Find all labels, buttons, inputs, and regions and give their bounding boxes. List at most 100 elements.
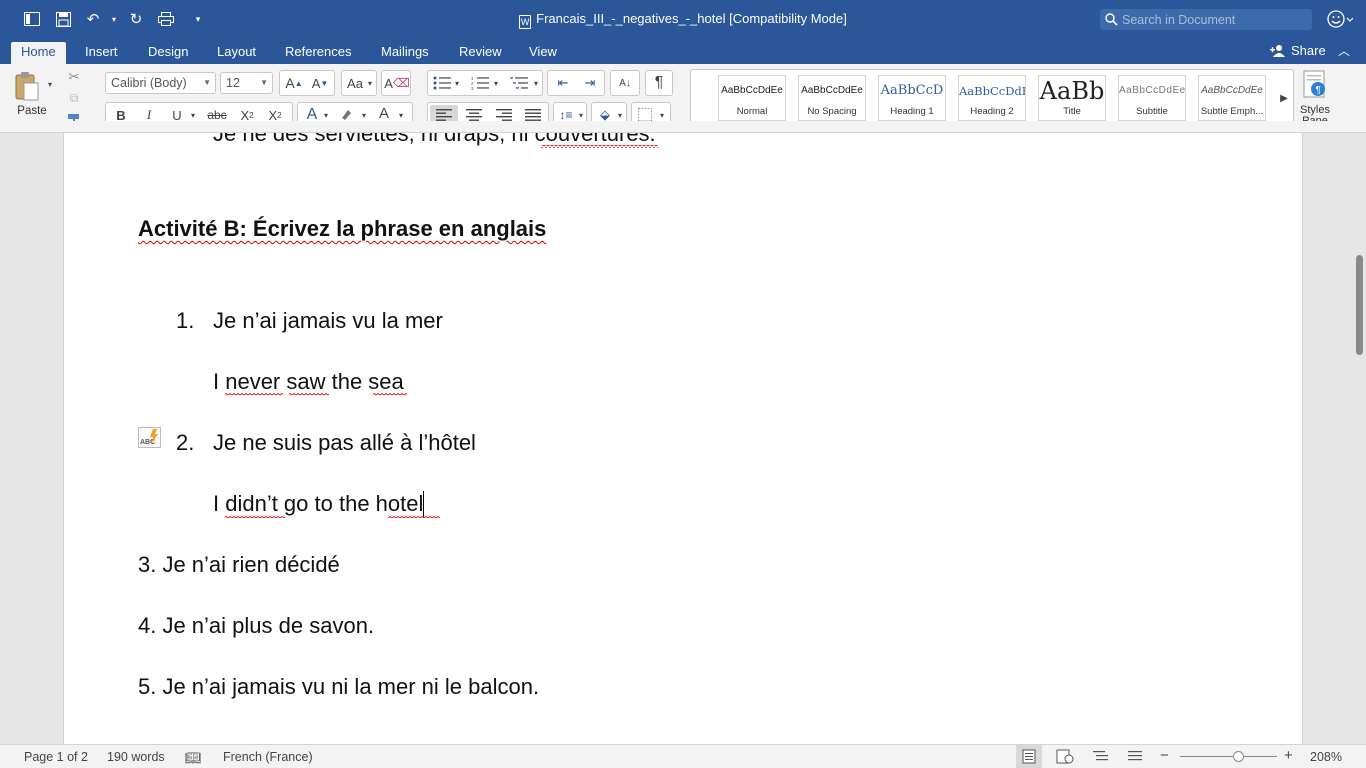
tab-design[interactable]: Design bbox=[138, 42, 198, 64]
chevron-down-icon: ▼ bbox=[260, 78, 268, 87]
style-sample: AaBbCcDdEe bbox=[1119, 85, 1186, 96]
style-name: Subtle Emph... bbox=[1200, 106, 1264, 117]
chevron-down-icon[interactable]: ▾ bbox=[532, 74, 540, 92]
show-formatting-button[interactable]: ¶ bbox=[645, 70, 673, 96]
multilevel-list-button[interactable] bbox=[508, 74, 530, 92]
style-name: Heading 1 bbox=[890, 106, 934, 117]
vertical-scrollbar[interactable] bbox=[1352, 133, 1366, 744]
cut-icon[interactable]: ✂ bbox=[66, 68, 82, 86]
tab-layout[interactable]: Layout bbox=[207, 42, 266, 64]
search-input[interactable] bbox=[1122, 12, 1302, 27]
tab-view[interactable]: View bbox=[519, 42, 567, 64]
print-layout-icon bbox=[1022, 749, 1036, 764]
add-person-icon bbox=[1270, 45, 1285, 57]
decrease-indent-button[interactable]: ⇤ bbox=[551, 74, 575, 92]
shrink-font-button[interactable]: A ▼ bbox=[308, 74, 332, 92]
scrollbar-thumb[interactable] bbox=[1356, 255, 1363, 355]
tab-home[interactable]: Home bbox=[11, 42, 66, 64]
list-item-2-english[interactable]: I didn’t go to the hotel bbox=[213, 491, 425, 517]
style-heading-2[interactable]: AaBbCcDdE Heading 2 bbox=[958, 75, 1026, 121]
list-item-5[interactable]: 5. Je n’ai jamais vu ni la mer ni le bal… bbox=[138, 674, 539, 700]
chevron-down-icon[interactable]: ▾ bbox=[492, 74, 500, 92]
paste-label: Paste bbox=[17, 105, 47, 117]
style-name: Subtitle bbox=[1136, 106, 1168, 117]
sort-icon: A↓ bbox=[619, 77, 631, 89]
justify-icon bbox=[525, 109, 541, 121]
language[interactable]: French (France) bbox=[223, 750, 313, 764]
font-size-dropdown[interactable]: 12 ▼ bbox=[220, 72, 273, 94]
tab-references[interactable]: References bbox=[275, 42, 361, 64]
spelling-autocorrect-icon[interactable]: ABC bbox=[138, 427, 161, 448]
copy-icon[interactable]: ⧉ bbox=[66, 89, 82, 107]
word-count[interactable]: 190 words bbox=[107, 750, 165, 764]
draft-icon bbox=[1128, 751, 1142, 761]
list-item-1-french[interactable]: Je n’ai jamais vu la mer bbox=[213, 308, 443, 334]
activity-heading[interactable]: Activité B: Écrivez la phrase en anglais bbox=[138, 216, 546, 242]
align-right-icon bbox=[496, 109, 512, 121]
increase-indent-button[interactable]: ⇥ bbox=[578, 74, 602, 92]
print-layout-view-button[interactable] bbox=[1016, 745, 1042, 768]
font-color-icon: A bbox=[378, 104, 389, 122]
styles-gallery: AaBbCcDdEe Normal AaBbCcDdEe No Spacing Aa… bbox=[690, 69, 1294, 127]
tab-mailings[interactable]: Mailings bbox=[371, 42, 439, 64]
web-layout-icon bbox=[1056, 749, 1074, 764]
zoom-in-button[interactable]: + bbox=[1284, 747, 1293, 764]
zoom-slider-thumb[interactable] bbox=[1233, 751, 1244, 762]
style-normal[interactable]: AaBbCcDdEe Normal bbox=[718, 75, 786, 121]
clear-formatting-icon: A ⌫ bbox=[384, 75, 410, 91]
style-subtle-emphasis[interactable]: AaBbCcDdEe Subtle Emph... bbox=[1198, 75, 1266, 121]
paste-dropdown-icon[interactable]: ▾ bbox=[45, 80, 55, 89]
paste-button[interactable] bbox=[12, 70, 42, 102]
list-item-2-french[interactable]: Je ne suis pas allé à l’hôtel bbox=[213, 430, 476, 456]
clipboard-icon bbox=[15, 72, 39, 101]
search-box[interactable] bbox=[1100, 9, 1312, 30]
page-count[interactable]: Page 1 of 2 bbox=[24, 750, 88, 764]
style-sample: AaBbCcD bbox=[880, 83, 944, 98]
grow-font-button[interactable]: A ▲ bbox=[282, 74, 306, 92]
style-sample: AaBbCcDdEe bbox=[1201, 85, 1263, 96]
style-sample: AaBbCcDdEe bbox=[721, 85, 783, 96]
font-name-dropdown[interactable]: Calibri (Body) ▼ bbox=[105, 72, 216, 94]
proofing-icon[interactable]: 📖︎ bbox=[185, 750, 202, 766]
indent-group: ⇤ ⇥ bbox=[547, 70, 605, 96]
clear-formatting-button[interactable]: A ⌫ bbox=[381, 70, 411, 96]
style-heading-1[interactable]: AaBbCcD Heading 1 bbox=[878, 75, 946, 121]
zoom-slider-track[interactable] bbox=[1180, 756, 1277, 757]
font-size-adjust-group: A ▲ A ▼ bbox=[279, 70, 335, 96]
outline-view-button[interactable] bbox=[1093, 749, 1109, 767]
change-case-button[interactable]: Aa ▾ bbox=[341, 70, 377, 96]
zoom-out-button[interactable]: − bbox=[1160, 747, 1169, 764]
style-subtitle[interactable]: AaBbCcDdEe Subtitle bbox=[1118, 75, 1186, 121]
chevron-down-icon[interactable]: ▾ bbox=[453, 74, 461, 92]
numbering-button[interactable]: 123 bbox=[469, 74, 491, 92]
share-button[interactable]: Share bbox=[1270, 42, 1326, 59]
ribbon-edge-overlay bbox=[0, 121, 1366, 133]
bullet-list-icon bbox=[433, 76, 451, 90]
tab-insert[interactable]: Insert bbox=[75, 42, 128, 64]
styles-pane-button[interactable]: ¶ bbox=[1300, 69, 1330, 99]
pilcrow-icon: ¶ bbox=[654, 74, 664, 91]
web-layout-view-button[interactable] bbox=[1056, 749, 1074, 767]
bullets-button[interactable] bbox=[431, 74, 453, 92]
align-left-icon bbox=[436, 109, 452, 121]
style-no-spacing[interactable]: AaBbCcDdEe No Spacing bbox=[798, 75, 866, 121]
feedback-smiley-icon[interactable] bbox=[1327, 9, 1354, 34]
list-item-4[interactable]: 4. Je n’ai plus de savon. bbox=[138, 613, 374, 639]
chevron-down-icon: ▼ bbox=[203, 78, 211, 87]
tab-review[interactable]: Review bbox=[449, 42, 512, 64]
list-item-3[interactable]: 3. Je n’ai rien décidé bbox=[138, 552, 340, 578]
font-name-value: Calibri (Body) bbox=[111, 76, 187, 90]
title-bar: ↶ ▾ ↻ ▾ W Francais_III_-_negatives_-_hote… bbox=[0, 0, 1366, 38]
list-item-1-english[interactable]: I never saw the sea bbox=[213, 369, 404, 395]
style-name: Heading 2 bbox=[970, 106, 1014, 117]
zoom-level[interactable]: 208% bbox=[1310, 750, 1342, 764]
document-title-text: Francais_III_-_negatives_-_hotel [Compat… bbox=[536, 11, 847, 26]
status-bar: Page 1 of 2 190 words 📖︎ French (France)… bbox=[0, 744, 1366, 768]
styles-pane-icon: ¶ bbox=[1303, 70, 1325, 98]
style-sample: AaBb bbox=[1039, 77, 1105, 105]
draft-view-button[interactable] bbox=[1128, 749, 1144, 767]
gallery-next-icon[interactable]: ▶ bbox=[1278, 90, 1290, 106]
style-title[interactable]: AaBb Title bbox=[1038, 75, 1106, 121]
collapse-ribbon-icon[interactable]: ︿ bbox=[1338, 42, 1350, 59]
sort-button[interactable]: A↓ bbox=[610, 70, 640, 96]
